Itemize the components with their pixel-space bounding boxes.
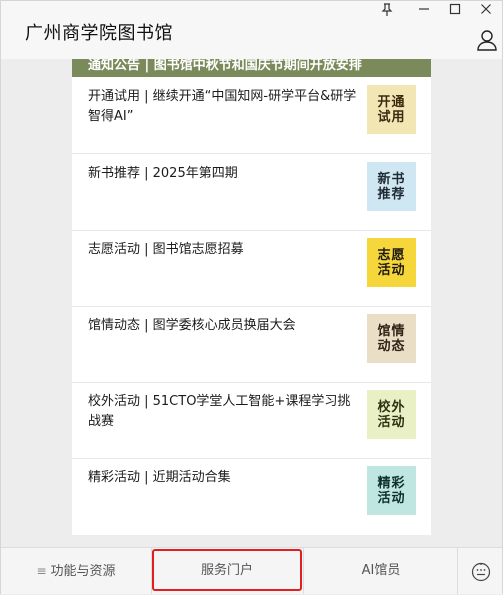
pin-icon[interactable] — [376, 3, 398, 21]
article-thumbnail: 新书 推荐 — [367, 162, 416, 211]
tab-label: AI馆员 — [361, 563, 401, 578]
thumbnail-text: 馆情 — [377, 323, 406, 339]
thumbnail-text: 新书 — [377, 171, 406, 187]
app-window: 广州商学院图书馆 通知公告 | 图书馆中秋节和国庆节期间开放安排 开通试用 | … — [0, 0, 503, 594]
article-title: 精彩活动 | 近期活动合集 — [88, 470, 231, 485]
tab-functions-resources[interactable]: ≡ 功能与资源 — [1, 548, 151, 594]
thumbnail-text: 活动 — [377, 490, 406, 506]
article-title: 校外活动 | 51CTO学堂人工智能+课程学习挑战赛 — [88, 394, 351, 429]
notice-banner[interactable]: 通知公告 | 图书馆中秋节和国庆节期间开放安排 — [72, 59, 431, 77]
minimize-icon[interactable] — [413, 3, 435, 21]
thumbnail-text: 开通 — [377, 94, 406, 110]
thumbnail-text: 活动 — [377, 414, 406, 430]
thumbnail-text: 校外 — [377, 399, 406, 415]
thumbnail-text: 精彩 — [377, 475, 406, 491]
notice-banner-text: 通知公告 | 图书馆中秋节和国庆节期间开放安排 — [88, 59, 362, 73]
close-icon[interactable] — [475, 3, 497, 21]
article-title: 馆情动态 | 图学委核心成员换届大会 — [88, 318, 296, 333]
thumbnail-text: 活动 — [377, 262, 406, 278]
article-thumbnail: 志愿 活动 — [367, 238, 416, 287]
thumbnail-text: 动态 — [377, 338, 406, 354]
user-profile-icon[interactable] — [476, 29, 498, 51]
article-item[interactable]: 新书推荐 | 2025年第四期 新书 推荐 — [72, 154, 431, 231]
tab-ai-librarian[interactable]: AI馆员 — [306, 548, 456, 594]
tab-label: 功能与资源 — [50, 564, 116, 579]
article-title: 志愿活动 | 图书馆志愿招募 — [88, 242, 244, 257]
article-thumbnail: 精彩 活动 — [367, 466, 416, 515]
thumbnail-text: 志愿 — [377, 247, 406, 263]
tab-divider — [303, 548, 304, 594]
title-bar: 广州商学院图书馆 — [1, 1, 502, 59]
thumbnail-text: 试用 — [377, 109, 406, 125]
article-thumbnail: 校外 活动 — [367, 390, 416, 439]
maximize-icon[interactable] — [444, 3, 466, 21]
article-item[interactable]: 精彩活动 | 近期活动合集 精彩 活动 — [72, 458, 431, 534]
thumbnail-text: 推荐 — [377, 186, 406, 202]
news-panel: 通知公告 | 图书馆中秋节和国庆节期间开放安排 开通试用 | 继续开通“中国知网… — [72, 59, 431, 535]
app-title: 广州商学院图书馆 — [25, 23, 173, 44]
article-title: 开通试用 | 继续开通“中国知网-研学平台&研学智得AI” — [88, 89, 357, 124]
menu-icon: ≡ — [36, 564, 47, 578]
tab-divider — [457, 548, 458, 594]
selection-highlight — [152, 549, 302, 591]
article-thumbnail: 馆情 动态 — [367, 314, 416, 363]
article-thumbnail: 开通 试用 — [367, 85, 416, 134]
article-item[interactable]: 校外活动 | 51CTO学堂人工智能+课程学习挑战赛 校外 活动 — [72, 382, 431, 459]
article-item[interactable]: 志愿活动 | 图书馆志愿招募 志愿 活动 — [72, 230, 431, 307]
keyboard-icon[interactable] — [471, 562, 491, 582]
article-item[interactable]: 开通试用 | 继续开通“中国知网-研学平台&研学智得AI” 开通 试用 — [72, 77, 431, 154]
article-title: 新书推荐 | 2025年第四期 — [88, 166, 238, 181]
article-item[interactable]: 馆情动态 | 图学委核心成员换届大会 馆情 动态 — [72, 306, 431, 383]
